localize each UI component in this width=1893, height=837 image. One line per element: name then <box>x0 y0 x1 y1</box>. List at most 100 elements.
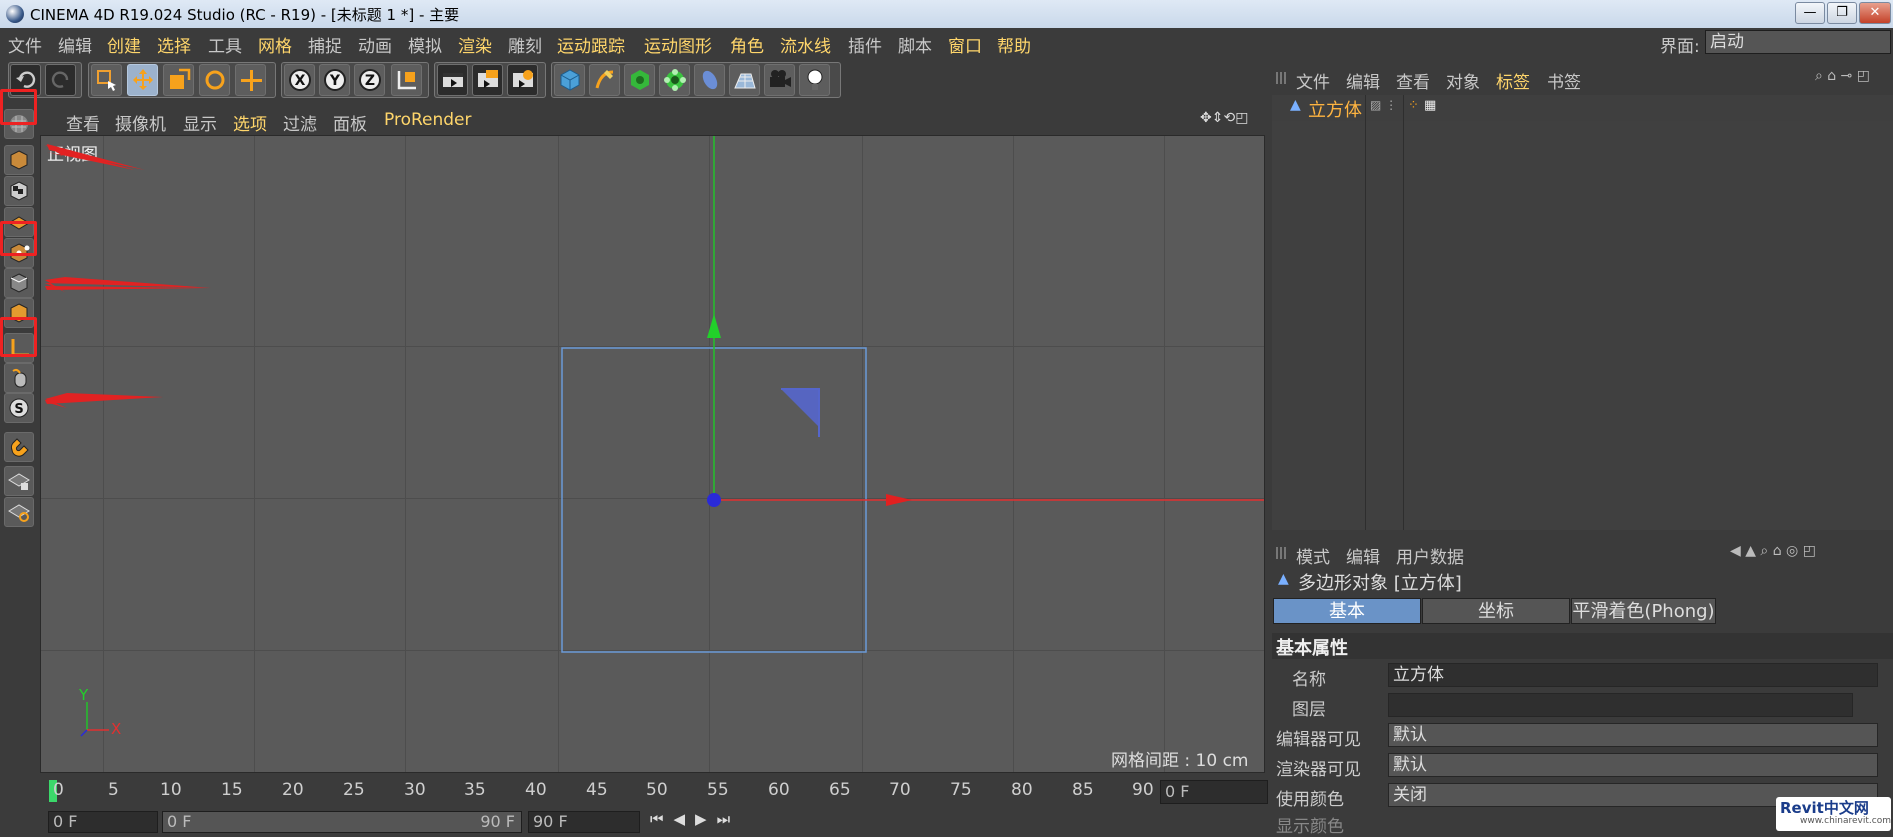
prop-name-field[interactable]: 立方体 <box>1388 663 1878 687</box>
recent-tools-icon[interactable] <box>235 64 266 96</box>
am-menu-edit[interactable]: 编辑 <box>1346 543 1380 568</box>
move-icon[interactable] <box>127 64 158 96</box>
om-menu-edit[interactable]: 编辑 <box>1346 68 1380 93</box>
front-viewport[interactable]: 正视图 Y X 网格间距 : 10 cm <box>40 135 1265 773</box>
live-select-icon[interactable] <box>91 64 122 96</box>
am-menu-userdata[interactable]: 用户数据 <box>1396 543 1464 568</box>
layout-label: 界面: <box>1660 37 1700 57</box>
tick-70: 70 <box>889 780 911 800</box>
light-icon[interactable] <box>799 64 830 96</box>
menu-mesh[interactable]: 网格 <box>258 32 292 57</box>
object-row[interactable]: ▲ 立方体 ▨ ⋮ ⁘ ▦ <box>1272 95 1893 530</box>
svg-text:S: S <box>14 402 23 417</box>
vp-menu-options[interactable]: 选项 <box>233 110 267 135</box>
menu-sculpt[interactable]: 雕刻 <box>508 32 542 57</box>
menu-simulate[interactable]: 模拟 <box>408 32 442 57</box>
menu-animate[interactable]: 动画 <box>358 32 392 57</box>
render-settings-icon[interactable] <box>507 64 538 96</box>
menu-character[interactable]: 角色 <box>730 32 764 57</box>
menu-file[interactable]: 文件 <box>8 32 42 57</box>
pen-spline-icon[interactable] <box>589 64 620 96</box>
tick-25: 25 <box>343 780 365 800</box>
menu-pipeline[interactable]: 流水线 <box>780 32 831 57</box>
om-menu-file[interactable]: 文件 <box>1296 68 1330 93</box>
y-axis-lock-icon[interactable]: Y <box>319 64 350 96</box>
cube-icon[interactable] <box>554 64 585 96</box>
menu-select[interactable]: 选择 <box>157 32 191 57</box>
layout-select[interactable]: 启动 <box>1705 30 1891 54</box>
svg-text:Z: Z <box>365 73 375 89</box>
om-menu-view[interactable]: 查看 <box>1396 68 1430 93</box>
min-frame-field[interactable]: 0 F <box>48 811 158 833</box>
render-picture-viewer-icon[interactable] <box>472 64 503 96</box>
workplane-lock-icon[interactable] <box>4 466 34 496</box>
object-list[interactable]: ▲ 立方体 ▨ ⋮ ⁘ ▦ <box>1272 95 1893 530</box>
menu-window[interactable]: 窗口 <box>948 32 982 57</box>
maximize-button[interactable]: ❐ <box>1827 2 1857 24</box>
prop-name-label: 名称 <box>1292 670 1326 690</box>
menu-plugins[interactable]: 插件 <box>848 32 882 57</box>
window-title: CINEMA 4D R19.024 Studio (RC - R19) - [未… <box>30 6 460 24</box>
om-menu-tags[interactable]: 标签 <box>1496 68 1530 93</box>
menu-render[interactable]: 渲染 <box>458 32 492 57</box>
menu-edit[interactable]: 编辑 <box>58 32 92 57</box>
subdivision-surface-icon[interactable] <box>624 64 655 96</box>
menu-snap[interactable]: 捕捉 <box>308 32 342 57</box>
polygon-object-icon: ▲ <box>1278 571 1289 587</box>
menu-create[interactable]: 创建 <box>107 32 141 57</box>
prop-render-visible-label: 渲染器可见 <box>1276 760 1361 780</box>
timeline-ruler[interactable]: 0 5 10 15 20 25 30 35 40 45 50 55 60 65 … <box>40 776 1270 806</box>
tweak-mode-icon[interactable] <box>4 363 34 393</box>
rotate-icon[interactable] <box>199 64 230 96</box>
render-view-icon[interactable] <box>437 64 468 96</box>
tab-basic[interactable]: 基本 <box>1273 598 1421 624</box>
redo-button[interactable] <box>45 64 76 96</box>
z-axis-lock-icon[interactable]: Z <box>354 64 385 96</box>
planar-workplane-icon[interactable] <box>4 497 34 527</box>
scale-icon[interactable] <box>163 64 194 96</box>
prop-editor-visible-select[interactable]: 默认 <box>1388 723 1878 747</box>
am-nav-icons[interactable]: ◀ ▲ ⌕ ⌂ ◎ ◰ <box>1730 543 1816 559</box>
minimize-button[interactable]: — <box>1795 2 1825 24</box>
camera-icon[interactable] <box>764 64 795 96</box>
model-mode-icon[interactable] <box>4 145 34 175</box>
vp-menu-filter[interactable]: 过滤 <box>283 110 317 135</box>
edges-mode-icon[interactable] <box>4 268 34 298</box>
phong-tag-icon[interactable]: ⁘ <box>1408 98 1419 113</box>
max-frame-field[interactable]: 90 F <box>528 811 640 833</box>
array-icon[interactable] <box>659 64 690 96</box>
viewport-nav-icons[interactable]: ✥⇕⟲◰ <box>1200 110 1248 126</box>
x-axis-lock-icon[interactable]: X <box>284 64 315 96</box>
menu-tools[interactable]: 工具 <box>208 32 242 57</box>
texture-tag-icon[interactable]: ▦ <box>1424 98 1436 113</box>
tab-phong[interactable]: 平滑着色(Phong) <box>1571 598 1716 624</box>
floor-icon[interactable] <box>729 64 760 96</box>
tick-45: 45 <box>586 780 608 800</box>
coordinate-system-icon[interactable] <box>391 64 422 96</box>
menu-help[interactable]: 帮助 <box>997 32 1031 57</box>
texture-mode-icon[interactable] <box>4 176 34 206</box>
prop-render-visible-select[interactable]: 默认 <box>1388 753 1878 777</box>
menu-mograph[interactable]: 运动图形 <box>644 32 712 57</box>
object-name[interactable]: 立方体 <box>1308 96 1362 122</box>
vp-menu-panel[interactable]: 面板 <box>333 110 367 135</box>
watermark: Revit中文网 www.chinarevit.com <box>1776 797 1891 831</box>
om-menu-bookmarks[interactable]: 书签 <box>1547 68 1581 93</box>
tab-coord[interactable]: 坐标 <box>1422 598 1570 624</box>
am-menu-mode[interactable]: 模式 <box>1296 543 1330 568</box>
om-search-icon[interactable]: ⌕ ⌂ ⊸ ◰ <box>1815 68 1870 84</box>
menu-motion-tracker[interactable]: 运动跟踪 <box>557 32 625 57</box>
menu-script[interactable]: 脚本 <box>898 32 932 57</box>
close-button[interactable]: ✕ <box>1859 2 1891 24</box>
layer-toggle-icon[interactable]: ▨ ⋮ <box>1370 98 1397 112</box>
om-menu-objects[interactable]: 对象 <box>1446 68 1480 93</box>
vp-menu-prorender[interactable]: ProRender <box>384 110 472 130</box>
frame-range-slider[interactable]: 0 F 90 F <box>162 811 522 833</box>
tick-10: 10 <box>160 780 182 800</box>
prop-layer-field[interactable] <box>1388 693 1853 717</box>
current-frame-field[interactable]: 0 F <box>1160 780 1268 804</box>
snap-enable-icon[interactable] <box>4 432 34 462</box>
playback-controls[interactable]: ⏮◀▶⏭ <box>650 810 1050 833</box>
solo-mode-icon[interactable]: S <box>4 393 34 423</box>
deformer-icon[interactable] <box>694 64 725 96</box>
